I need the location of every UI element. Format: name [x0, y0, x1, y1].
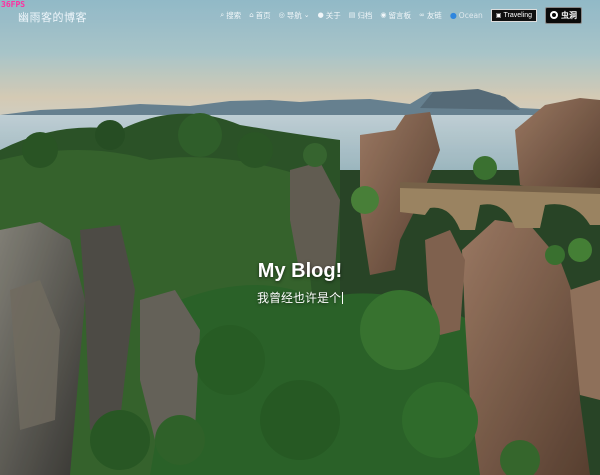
hero-title: My Blog! — [257, 260, 343, 282]
typing-cursor — [342, 292, 343, 304]
nav-item-navigation[interactable]: ◎ 导航 ⌄ — [279, 10, 310, 21]
fps-counter: 36FPS — [1, 0, 26, 9]
wormhole-label: 虫洞 — [561, 10, 577, 20]
nav-item-guestbook[interactable]: ◉ 留言板 — [380, 10, 411, 21]
nav-item-archive[interactable]: ▤ 归档 — [349, 10, 373, 21]
nav-item-label: 关于 — [325, 10, 341, 20]
nav-item-label: 留言板 — [388, 10, 411, 20]
compass-icon: ◎ — [278, 11, 285, 19]
nav-item-label: 首页 — [255, 10, 271, 20]
nav-item-search[interactable]: ⌕ 搜索 — [220, 10, 241, 21]
archive-icon: ▤ — [348, 11, 356, 19]
nav-item-label: 导航 — [286, 10, 302, 20]
chat-icon: ◉ — [380, 11, 387, 19]
site-title[interactable]: 幽雨客的博客 — [18, 9, 87, 25]
hero-subtitle-text: 我曾经也许是个 — [256, 291, 341, 305]
nav-item-label: 归档 — [357, 10, 373, 20]
water-drop-icon: ● — [449, 10, 457, 20]
background-scene — [0, 0, 600, 475]
wormhole-badge[interactable]: 虫洞 — [545, 6, 582, 24]
travelling-badge[interactable]: ▣ Traveling — [490, 8, 537, 22]
nav-item-label: 搜索 — [226, 10, 242, 20]
landscape-illustration — [0, 0, 600, 475]
train-icon: ▣ — [495, 12, 502, 19]
search-icon: ⌕ — [220, 10, 225, 19]
home-icon: ⌂ — [249, 11, 254, 19]
wormhole-icon — [550, 11, 558, 19]
travelling-label: Traveling — [503, 11, 532, 19]
link-icon: ∞ — [418, 11, 425, 19]
nav-item-friends[interactable]: ∞ 友链 — [419, 10, 442, 21]
top-navigation: ⌕ 搜索 ⌂ 首页 ◎ 导航 ⌄ ● 关于 ▤ 归档 ◉ 留言板 ∞ 友链 ● … — [220, 6, 582, 24]
nav-item-home[interactable]: ⌂ 首页 — [249, 10, 270, 21]
chevron-down-icon: ⌄ — [303, 11, 310, 19]
nav-item-about[interactable]: ● 关于 — [318, 10, 341, 21]
hero-subtitle: 我曾经也许是个 — [0, 289, 600, 306]
theme-label: Ocean — [458, 10, 483, 20]
nav-item-label: 友链 — [426, 10, 442, 20]
user-icon: ● — [317, 11, 324, 19]
theme-switch[interactable]: ● Ocean — [450, 11, 483, 20]
